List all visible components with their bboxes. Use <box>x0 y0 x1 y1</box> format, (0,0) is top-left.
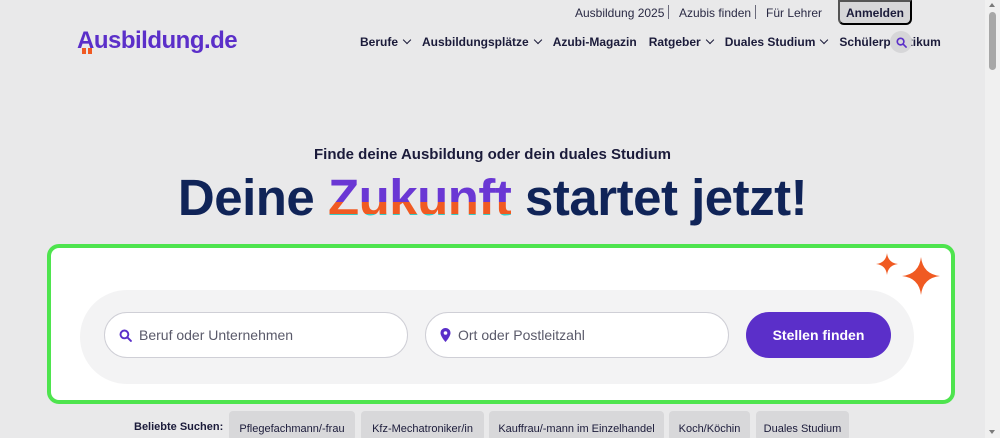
nav-item-berufe[interactable]: Berufe <box>360 35 412 49</box>
utility-link-azubis-finden[interactable]: Azubis finden <box>679 6 751 20</box>
popular-searches-label: Beliebte Suchen: <box>134 421 224 433</box>
scrollbar-thumb[interactable] <box>989 12 996 70</box>
login-button[interactable]: Anmelden <box>838 0 912 25</box>
location-search-field[interactable] <box>425 312 729 358</box>
chevron-down-icon <box>705 35 714 45</box>
search-bar: Stellen finden <box>80 290 914 384</box>
nav-item-ausbildungsplaetze[interactable]: Ausbildungsplätze <box>422 35 542 49</box>
find-jobs-button[interactable]: Stellen finden <box>746 312 891 358</box>
popular-chip-pflegefachmann[interactable]: Pflegefachmann/-frau <box>229 411 355 438</box>
popular-chip-duales-studium[interactable]: Duales Studium <box>756 411 849 438</box>
utility-separator <box>755 5 756 19</box>
job-search-field[interactable] <box>104 312 408 358</box>
job-search-input[interactable] <box>139 327 389 343</box>
logo-mark <box>82 48 86 54</box>
chevron-down-icon <box>402 35 412 45</box>
search-icon <box>119 329 132 342</box>
hero-subtitle: Finde deine Ausbildung oder dein duales … <box>314 146 671 163</box>
scroll-up-icon[interactable] <box>989 3 995 7</box>
site-logo[interactable]: Ausbildung.de <box>77 27 238 55</box>
utility-separator <box>668 5 669 19</box>
search-icon <box>895 36 907 48</box>
utility-link-ausbildung-2025[interactable]: Ausbildung 2025 <box>575 6 664 20</box>
chevron-down-icon <box>820 35 829 45</box>
sparkle-icon <box>902 257 940 295</box>
location-search-input[interactable] <box>458 327 708 343</box>
popular-chip-kfz-mechatroniker[interactable]: Kfz-Mechatroniker/in <box>361 411 484 438</box>
logo-text: Ausbildung.de <box>77 27 238 54</box>
page-scrollbar[interactable] <box>985 0 1000 438</box>
location-pin-icon <box>440 328 451 342</box>
headline-highlight: Zukunft <box>327 169 512 226</box>
nav-search-button[interactable] <box>890 31 912 53</box>
popular-chip-kauffrau-einzelhandel[interactable]: Kauffrau/-mann im Einzelhandel <box>489 411 664 438</box>
popular-searches: Beliebte Suchen: Pflegefachmann/-frau Kf… <box>0 411 985 438</box>
nav-item-duales-studium[interactable]: Duales Studium <box>725 35 829 49</box>
utility-link-fuer-lehrer[interactable]: Für Lehrer <box>766 6 822 20</box>
hero-headline: Deine Zukunft startet jetzt! <box>177 169 808 226</box>
main-nav: Berufe Ausbildungsplätze Azubi-Magazin R… <box>360 35 953 49</box>
popular-chip-koch[interactable]: Koch/Köchin <box>669 411 750 438</box>
chevron-down-icon <box>533 35 542 45</box>
nav-item-azubi-magazin[interactable]: Azubi-Magazin <box>553 35 637 49</box>
logo-mark <box>88 48 92 54</box>
utility-bar: Ausbildung 2025 Azubis finden Für Lehrer… <box>0 0 985 26</box>
nav-item-ratgeber[interactable]: Ratgeber <box>649 35 714 49</box>
sparkle-icon <box>876 253 898 275</box>
scroll-down-icon[interactable] <box>989 430 995 434</box>
search-card: Stellen finden <box>47 244 955 404</box>
